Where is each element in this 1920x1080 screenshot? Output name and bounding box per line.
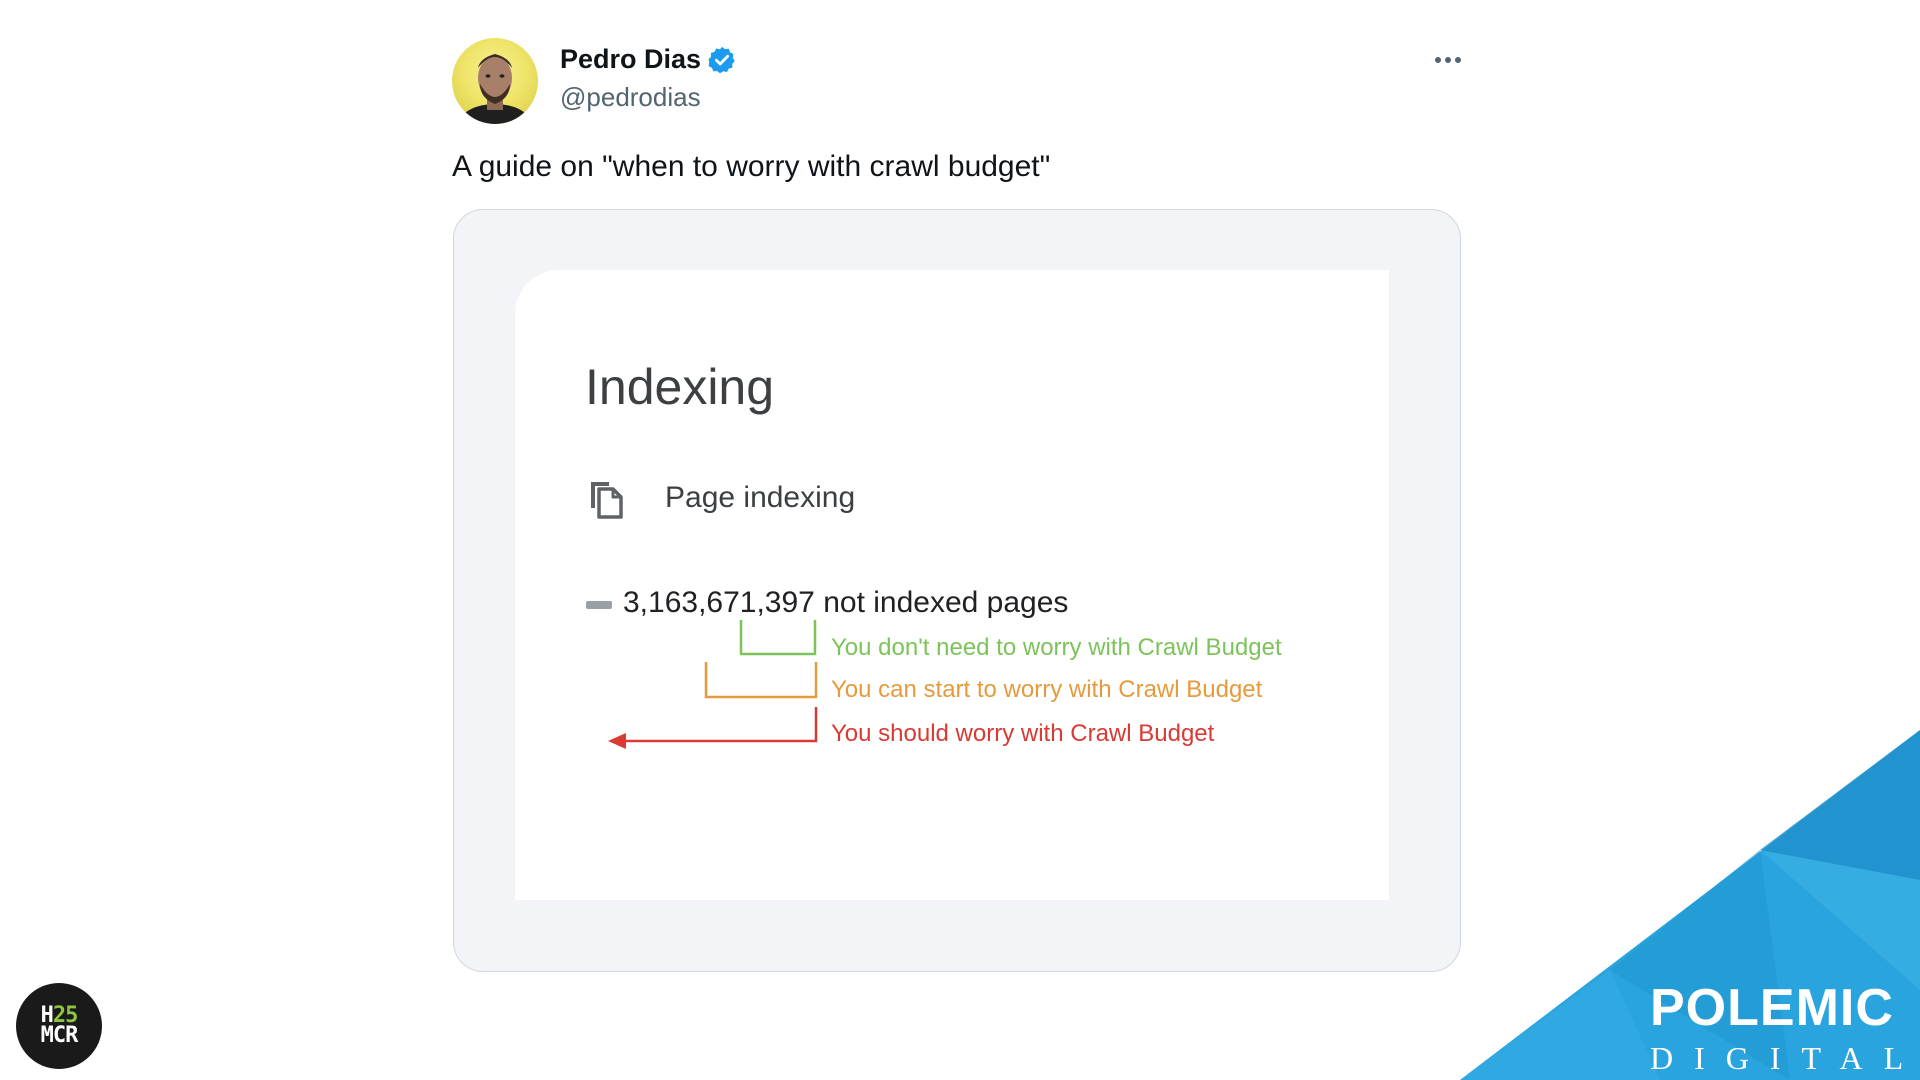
- polemic-brand-sub: DIGITAL: [1650, 1040, 1920, 1076]
- avatar[interactable]: [452, 38, 538, 124]
- author-name-row[interactable]: Pedro Dias: [560, 44, 737, 75]
- more-options-icon: [1455, 57, 1461, 63]
- red-arrow-line: [623, 707, 818, 743]
- annotation-start-worry: You can start to worry with Crawl Budget: [831, 676, 1263, 703]
- annotation-brackets: [608, 620, 818, 749]
- h25-mcr-logo: H25 MCR: [16, 983, 102, 1069]
- tweet-media-card[interactable]: Indexing Page indexing 3,163,671,397 not…: [453, 209, 1461, 972]
- more-options-icon: [1435, 57, 1441, 63]
- verified-badge-icon: [708, 46, 735, 73]
- h25-logo-line2: MCR: [40, 1023, 79, 1048]
- media-image-panel: Indexing Page indexing 3,163,671,397 not…: [515, 270, 1389, 900]
- annotation-should-worry: You should worry with Crawl Budget: [831, 720, 1215, 747]
- green-bracket: [739, 620, 817, 656]
- profile-photo-icon: [459, 54, 531, 124]
- more-options-button[interactable]: [1430, 46, 1466, 74]
- tweet-text: A guide on "when to worry with crawl bud…: [452, 150, 1051, 183]
- page: Pedro Dias @pedrodias A guide on "when t…: [0, 0, 1920, 1080]
- author-handle[interactable]: @pedrodias: [560, 82, 701, 113]
- red-arrow-head: [608, 733, 626, 749]
- orange-bracket: [704, 662, 818, 699]
- annotation-no-worry: You don't need to worry with Crawl Budge…: [831, 634, 1282, 661]
- more-options-icon: [1445, 57, 1451, 63]
- polemic-brand-name: POLEMIC: [1650, 979, 1894, 1037]
- author-name[interactable]: Pedro Dias: [560, 44, 701, 75]
